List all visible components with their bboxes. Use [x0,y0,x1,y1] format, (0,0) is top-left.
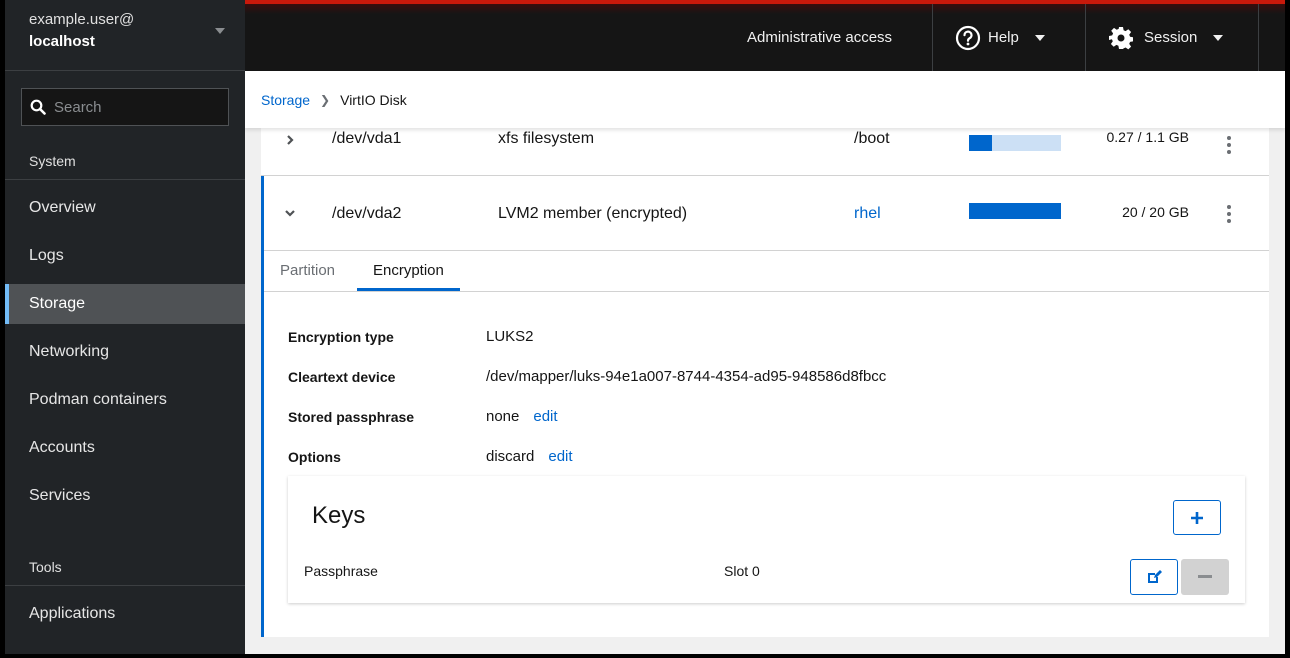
encryption-type-label: Encryption type [288,329,394,345]
volume-group-link[interactable]: rhel [854,176,881,251]
chevron-down-icon[interactable] [283,206,297,220]
main-content: Storage ❯ VirtIO Disk /dev/vda1 xfs file… [245,71,1285,654]
sidebar: example.user@ localhost System Overview … [5,0,245,654]
usage-bar [969,135,1061,151]
search-field[interactable] [21,88,229,126]
search-icon [30,99,46,115]
edit-options-link[interactable]: edit [548,448,572,465]
minus-icon [1198,575,1212,578]
keys-title: Keys [312,502,366,529]
add-key-button[interactable] [1173,500,1221,535]
stored-passphrase-label: Stored passphrase [288,409,415,425]
caret-down-icon [1213,34,1224,41]
cleartext-device-value: /dev/mapper/luks-94e1a007-8744-4354-ad95… [486,368,887,385]
partitions-card: /dev/vda1 xfs filesystem /boot 0.27 / 1.… [261,111,1269,637]
breadcrumb-current: VirtIO Disk [340,91,407,108]
sidebar-item-services[interactable]: Services [5,476,245,516]
help-menu-button[interactable]: Help [955,4,1045,71]
options-value: discard edit [486,448,573,465]
kebab-menu-icon[interactable] [1221,202,1237,226]
tabs: Partition Encryption [264,251,1269,292]
divider [1085,4,1086,71]
edit-passphrase-link[interactable]: edit [533,408,557,425]
edit-icon [1148,570,1162,583]
help-label: Help [988,29,1019,46]
tab-partition[interactable]: Partition [264,251,351,291]
session-label: Session [1144,29,1198,46]
tab-encryption[interactable]: Encryption [357,251,460,291]
partition-content: LVM2 member (encrypted) [498,205,688,222]
usage-bar-fill [969,203,1061,219]
keys-panel: Keys Passphrase Slot 0 [288,476,1245,603]
host-switcher[interactable]: example.user@ localhost [5,0,245,71]
divider [1258,4,1259,71]
section-system: System [29,153,76,169]
remove-key-button[interactable] [1181,559,1229,595]
section-tools: Tools [29,559,62,575]
divider [5,179,245,180]
plus-icon [1191,511,1203,524]
stored-passphrase-text: none [486,408,520,425]
sidebar-item-networking[interactable]: Networking [5,332,245,372]
chevron-right-icon: ❯ [320,92,331,107]
administrative-access-button[interactable]: Administrative access [747,4,892,71]
caret-down-icon [1034,34,1045,41]
gear-icon [1109,26,1133,49]
options-text: discard [486,448,535,465]
partition-device: /dev/vda2 [332,205,402,222]
encryption-type-value: LUKS2 [486,328,534,345]
sidebar-item-storage[interactable]: Storage [5,284,245,324]
search-input[interactable] [54,98,224,116]
chevron-right-icon[interactable] [283,133,297,147]
top-bar: Administrative access Help Session [245,0,1285,71]
host-name: localhost [29,33,95,50]
sidebar-item-podman-containers[interactable]: Podman containers [5,380,245,420]
usage-bar [969,203,1061,219]
expanded-row-indicator [261,176,264,637]
sidebar-item-applications[interactable]: Applications [5,594,245,634]
stored-passphrase-value: none edit [486,408,558,425]
session-menu-button[interactable]: Session [1109,4,1224,71]
sidebar-item-logs[interactable]: Logs [5,236,245,276]
sidebar-item-overview[interactable]: Overview [5,188,245,228]
breadcrumb: Storage ❯ VirtIO Disk [245,71,1285,128]
options-label: Options [288,449,341,465]
key-slot: Slot 0 [724,563,760,579]
host-user: example.user@ [29,11,135,28]
partition-size: 20 / 20 GB [1122,204,1189,220]
divider [932,4,933,71]
kebab-menu-icon[interactable] [1221,133,1237,157]
usage-bar-fill [969,135,992,151]
help-icon [955,25,981,50]
breadcrumb-storage-link[interactable]: Storage [261,92,310,108]
caret-down-icon [215,28,225,34]
cleartext-device-label: Cleartext device [288,369,396,385]
key-type: Passphrase [304,563,378,579]
divider [5,585,245,586]
edit-key-button[interactable] [1130,559,1178,595]
sidebar-item-accounts[interactable]: Accounts [5,428,245,468]
partition-row[interactable]: /dev/vda2 LVM2 member (encrypted) rhel 2… [261,176,1269,251]
